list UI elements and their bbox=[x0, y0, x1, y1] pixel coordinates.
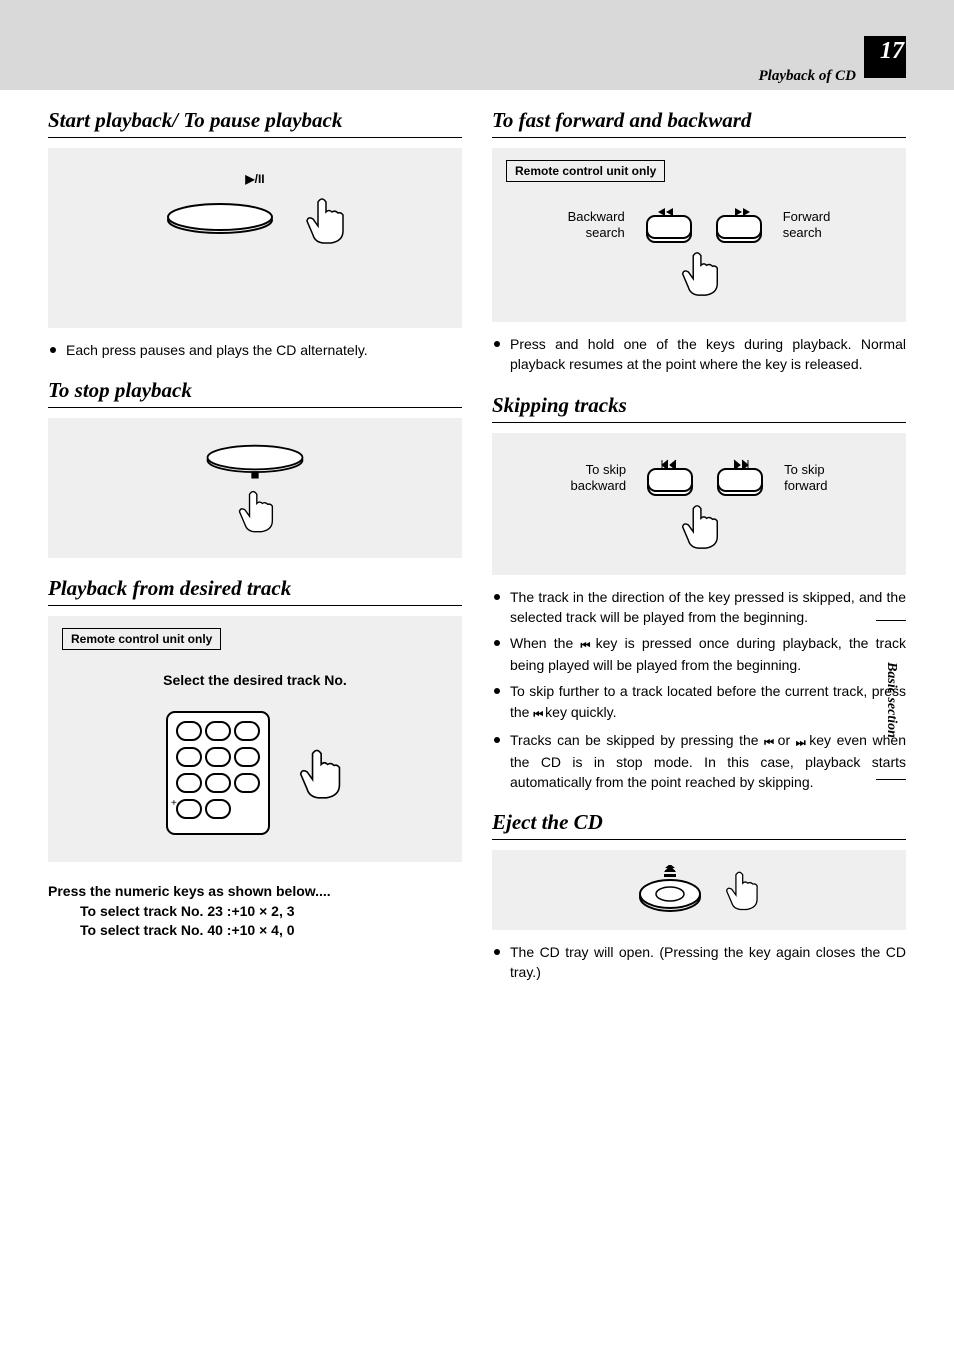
skip-back-button-icon bbox=[644, 457, 696, 499]
breadcrumb: Playback of CD bbox=[759, 68, 856, 85]
bullets-ff-rw: Press and hold one of the keys during pl… bbox=[492, 334, 906, 375]
hand-press-icon bbox=[674, 501, 724, 551]
illus-play-pause: ▶/II bbox=[48, 148, 462, 328]
label-forward-l1: Forward bbox=[783, 209, 831, 225]
heading-eject: Eject the CD bbox=[492, 810, 906, 840]
illus-eject bbox=[492, 850, 906, 930]
right-column: To fast forward and backward Remote cont… bbox=[492, 108, 906, 989]
heading-stop-playback: To stop playback bbox=[48, 378, 462, 408]
bullets-play-pause: Each press pauses and plays the CD alter… bbox=[48, 340, 462, 360]
label-backward-l2: search bbox=[568, 225, 625, 241]
numeric-instructions: Press the numeric keys as shown below...… bbox=[48, 882, 462, 941]
label-forward-l2: search bbox=[783, 225, 831, 241]
heading-start-playback: Start playback/ To pause playback bbox=[48, 108, 462, 138]
select-track-label: Select the desired track No. bbox=[62, 672, 448, 688]
play-button-icon bbox=[160, 200, 280, 240]
label-backward-l1: Backward bbox=[568, 209, 625, 225]
illus-stop bbox=[48, 418, 462, 558]
bullet-text: The track in the direction of the key pr… bbox=[492, 587, 906, 628]
hand-press-icon bbox=[291, 745, 347, 801]
bullet-text: When the ⏮ key is pressed once during pl… bbox=[492, 633, 906, 675]
left-column: Start playback/ To pause playback ▶/II E… bbox=[48, 108, 462, 989]
bullets-skipping: The track in the direction of the key pr… bbox=[492, 587, 906, 793]
svg-text:+: + bbox=[171, 798, 177, 809]
content-columns: Start playback/ To pause playback ▶/II E… bbox=[48, 108, 906, 989]
hand-press-icon bbox=[674, 248, 724, 298]
heading-skipping: Skipping tracks bbox=[492, 393, 906, 423]
illus-desired-track: Remote control unit only Select the desi… bbox=[48, 616, 462, 862]
stop-button-icon bbox=[195, 442, 315, 479]
label-skip-back-l2: backward bbox=[571, 478, 627, 494]
numeric-keypad-icon: + bbox=[163, 708, 273, 838]
instr-line-1: To select track No. 23 :+10 × 2, 3 bbox=[48, 902, 462, 922]
page-number: 17 bbox=[880, 38, 904, 65]
instr-lead: Press the numeric keys as shown below...… bbox=[48, 882, 462, 902]
hand-press-icon bbox=[298, 194, 350, 246]
bullet-text: Press and hold one of the keys during pl… bbox=[492, 334, 906, 375]
heading-ff-rw: To fast forward and backward bbox=[492, 108, 906, 138]
hand-press-icon bbox=[719, 868, 763, 912]
remote-only-note: Remote control unit only bbox=[506, 160, 665, 182]
bullet-text: Each press pauses and plays the CD alter… bbox=[48, 340, 462, 360]
bullet-text: To skip further to a track located befor… bbox=[492, 681, 906, 723]
skip-fwd-icon: ⏭ bbox=[796, 736, 804, 752]
hand-press-icon bbox=[229, 487, 281, 534]
label-skip-fwd-l1: To skip bbox=[784, 462, 827, 478]
forward-button-icon bbox=[713, 204, 765, 246]
label-skip-fwd-l2: forward bbox=[784, 478, 827, 494]
skip-fwd-button-icon bbox=[714, 457, 766, 499]
play-pause-symbol-label: ▶/II bbox=[245, 172, 264, 186]
bullets-eject: The CD tray will open. (Pressing the key… bbox=[492, 942, 906, 983]
rewind-button-icon bbox=[643, 204, 695, 246]
remote-only-note: Remote control unit only bbox=[62, 628, 221, 650]
skip-back-icon: ⏮ bbox=[764, 736, 772, 752]
eject-button-icon bbox=[635, 865, 705, 915]
bullet-text: Tracks can be skipped by pressing the ⏮ … bbox=[492, 730, 906, 793]
heading-desired-track: Playback from desired track bbox=[48, 576, 462, 606]
instr-line-2: To select track No. 40 :+10 × 4, 0 bbox=[48, 921, 462, 941]
bullet-text: The CD tray will open. (Pressing the key… bbox=[492, 942, 906, 983]
illus-ff-rw: Remote control unit only Backward search… bbox=[492, 148, 906, 322]
illus-skipping: To skip backward To skip forward bbox=[492, 433, 906, 575]
label-skip-back-l1: To skip bbox=[571, 462, 627, 478]
